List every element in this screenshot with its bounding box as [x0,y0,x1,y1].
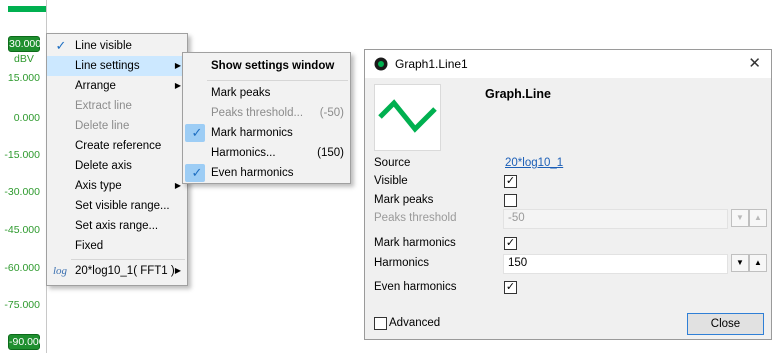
axis-tick: -45.000 [4,224,40,236]
mark-peaks-label: Mark peaks [374,194,434,206]
axis-tick: -75.000 [4,299,40,311]
close-button[interactable]: Close [687,313,764,335]
check-icon: ✓ [191,165,203,180]
source-label: Source [374,157,411,169]
submenu-arrow-icon: ▶ [174,266,181,275]
axis-tick: -30.000 [4,186,40,198]
axis-tick: -60.000 [4,262,40,274]
axis-top-marker [8,6,46,12]
menu-item-arrange[interactable]: Arrange ▶ [47,76,187,96]
submenu-arrow-icon: ▶ [174,61,181,70]
menu-item-mark-peaks[interactable]: Mark peaks [183,83,350,103]
menu-item-create-reference[interactable]: Create reference [47,136,187,156]
menu-item-delete-line[interactable]: Delete line [47,116,187,136]
mark-peaks-checkbox[interactable] [504,194,517,207]
menu-item-source-line[interactable]: log 20*log10_1( FFT1 ) ▶ [47,261,187,281]
menu-item-axis-type[interactable]: Axis type ▶ [47,176,187,196]
menu-separator [71,259,185,260]
axis-min-value[interactable]: -90.000 [8,334,45,350]
menu-item-line-settings[interactable]: Line settings ▶ [47,56,187,76]
axis-tick: 0.000 [13,112,40,124]
menu-item-fixed[interactable]: Fixed [47,236,187,256]
peaks-threshold-up-icon[interactable]: ▲ [749,209,767,227]
axis-tick: 15.000 [7,72,40,84]
even-harmonics-label: Even harmonics [374,281,457,293]
log-icon: log [53,265,68,277]
harmonics-up-icon[interactable]: ▲ [749,254,767,272]
menu-item-harmonics[interactable]: Harmonics... (150) [183,143,350,163]
check-icon: ✓ [55,38,67,53]
menu-item-set-visible-range[interactable]: Set visible range... [47,196,187,216]
submenu-arrow-icon: ▶ [174,81,181,90]
line-preview [374,84,441,151]
menu-separator [207,80,348,81]
advanced-checkbox[interactable] [374,317,387,330]
source-link[interactable]: 20*log10_1 [505,157,563,169]
graph-name: Graph.Line [485,87,551,101]
advanced-label: Advanced [389,317,441,329]
menu-item-even-harmonics[interactable]: ✓ Even harmonics [183,163,350,183]
line-settings-submenu: Show settings window Mark peaks Peaks th… [182,52,351,184]
axis-context-menu: ✓ Line visible Line settings ▶ Arrange ▶… [46,33,188,286]
harmonics-field[interactable]: 150 [503,254,728,274]
dialog-title: Graph1.Line1 [395,57,468,71]
peaks-threshold-label: Peaks threshold [374,212,457,224]
line-settings-dialog: Graph1.Line1 ✕ Graph.Line Source 20*log1… [364,49,772,340]
axis-unit: dBV [14,53,34,65]
app-icon [374,57,388,71]
mark-harmonics-label: Mark harmonics [374,237,456,249]
axis-tick: -15.000 [4,149,40,161]
menu-item-line-visible[interactable]: ✓ Line visible [47,36,187,56]
harmonics-label: Harmonics [374,257,429,269]
visible-label: Visible [374,175,408,187]
menu-item-delete-axis[interactable]: Delete axis [47,156,187,176]
harmonics-down-icon[interactable]: ▼ [731,254,749,272]
check-icon: ✓ [191,125,203,140]
mark-harmonics-checkbox[interactable]: ✓ [504,237,517,250]
close-icon[interactable]: ✕ [748,54,761,72]
visible-checkbox[interactable]: ✓ [504,175,517,188]
menu-item-mark-harmonics[interactable]: ✓ Mark harmonics [183,123,350,143]
submenu-arrow-icon: ▶ [174,181,181,190]
menu-item-peaks-threshold[interactable]: Peaks threshold... (-50) [183,103,350,123]
axis-max-value[interactable]: 30.000 [8,36,41,52]
dialog-title-bar[interactable]: Graph1.Line1 ✕ [365,50,771,78]
menu-item-show-settings-window[interactable]: Show settings window [183,56,350,76]
even-harmonics-checkbox[interactable]: ✓ [504,281,517,294]
menu-item-set-axis-range[interactable]: Set axis range... [47,216,187,236]
menu-item-extract-line[interactable]: Extract line [47,96,187,116]
peaks-threshold-field[interactable]: -50 [503,209,728,229]
line-preview-icon [378,99,437,133]
peaks-threshold-down-icon[interactable]: ▼ [731,209,749,227]
